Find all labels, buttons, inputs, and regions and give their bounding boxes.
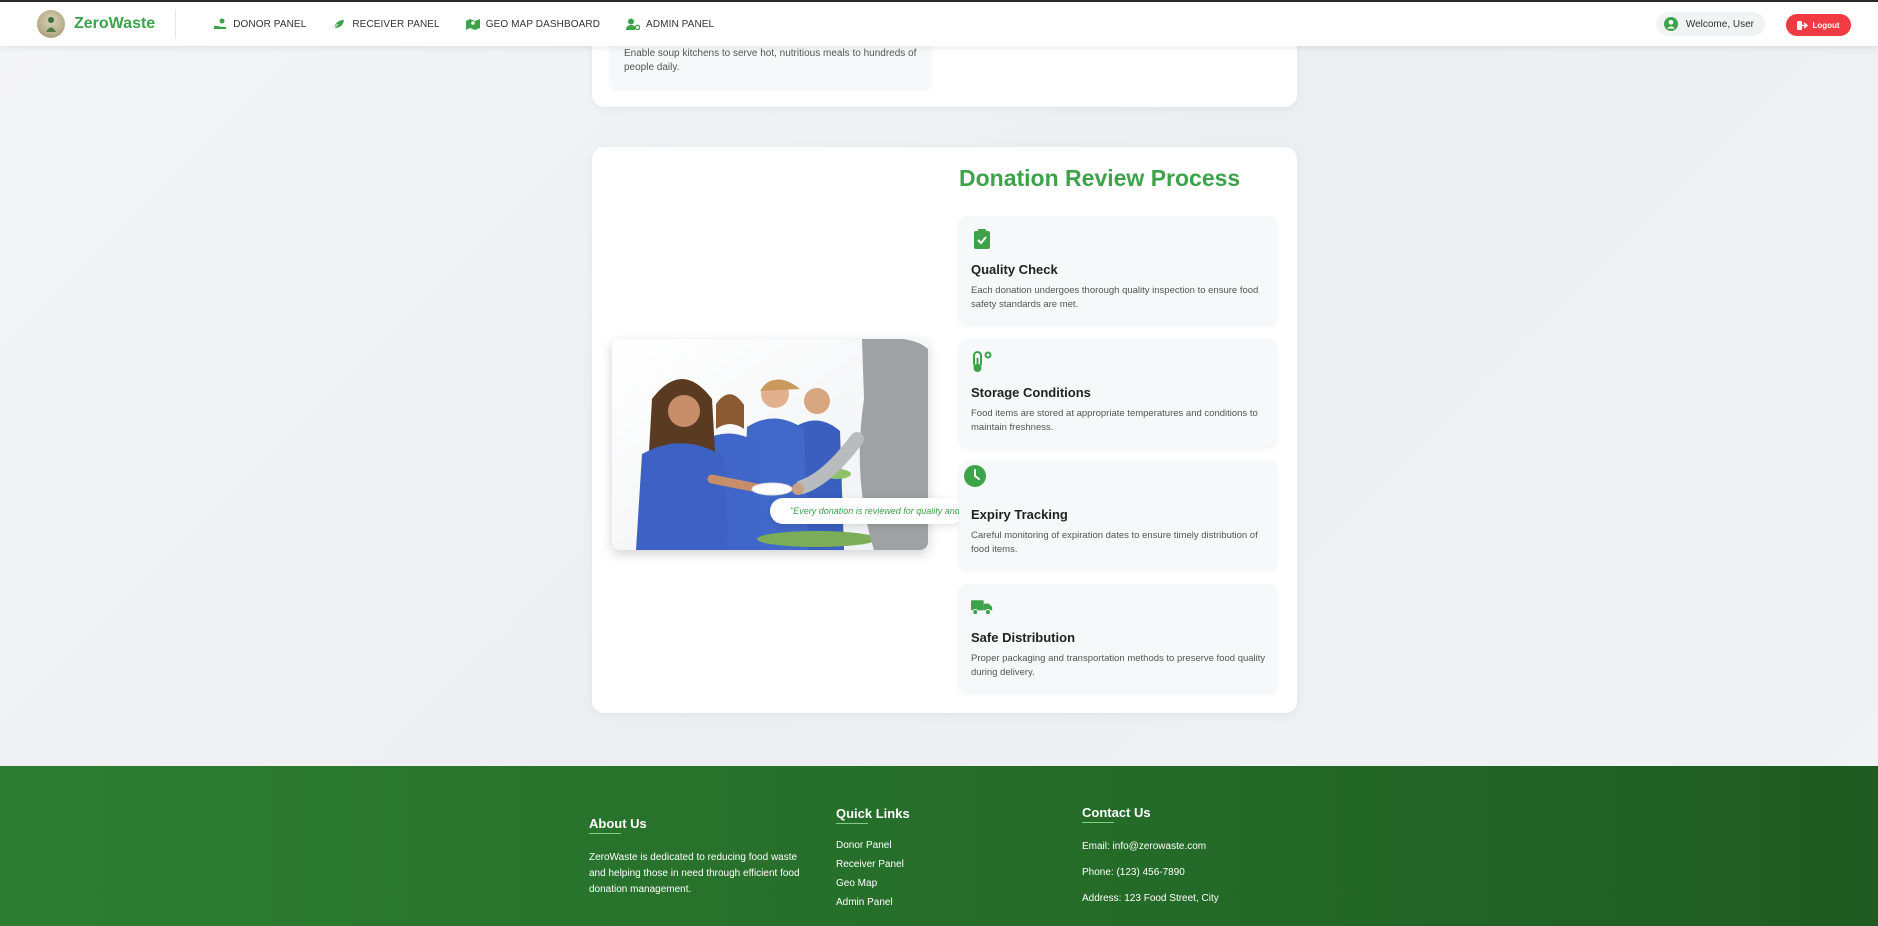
footer-contact-phone: Phone: (123) 456-7890 bbox=[1082, 867, 1185, 878]
sign-out-icon bbox=[1797, 20, 1809, 30]
step-card-quality-check: Quality Check Each donation undergoes th… bbox=[959, 216, 1277, 324]
nav-donor-panel-label: DONOR PANEL bbox=[233, 18, 307, 30]
section-title: Donation Review Process bbox=[959, 165, 1241, 191]
hand-holding-leaf-icon bbox=[333, 20, 345, 30]
step-description: Careful monitoring of expiration dates t… bbox=[971, 530, 1258, 555]
footer-contact-heading: Contact Us bbox=[1082, 805, 1151, 820]
nav-donor-panel[interactable]: DONOR PANEL bbox=[214, 18, 306, 30]
clipboard-check-icon bbox=[971, 228, 993, 250]
map-marked-icon bbox=[465, 19, 480, 30]
temperature-icon bbox=[971, 351, 993, 373]
user-welcome-badge: Welcome, User bbox=[1655, 12, 1765, 36]
step-title: Expiry Tracking bbox=[971, 507, 1068, 522]
footer-link-geo-map[interactable]: Geo Map bbox=[836, 876, 877, 892]
step-title: Quality Check bbox=[971, 262, 1058, 277]
nav-receiver-panel[interactable]: RECEIVER PANEL bbox=[332, 18, 440, 30]
nav-receiver-panel-label: RECEIVER PANEL bbox=[352, 18, 440, 30]
step-card-safe-distribution: Safe Distribution Proper packaging and t… bbox=[959, 584, 1277, 692]
step-title: Safe Distribution bbox=[971, 630, 1076, 645]
step-card-expiry-tracking: Expiry Tracking Careful monitoring of ex… bbox=[959, 461, 1277, 569]
truck-icon bbox=[971, 596, 993, 618]
clock-icon bbox=[964, 465, 986, 487]
footer-contact-address: Address: 123 Food Street, City bbox=[1082, 893, 1219, 904]
nav-admin-panel-label: ADMIN PANEL bbox=[646, 18, 715, 30]
footer-about-underline bbox=[589, 833, 621, 834]
brand[interactable]: ZeroWaste bbox=[37, 10, 177, 38]
footer-link-receiver-panel[interactable]: Receiver Panel bbox=[836, 857, 904, 873]
review-quote: "Every donation is reviewed for quality … bbox=[770, 498, 964, 524]
step-card-storage-conditions: Storage Conditions Food items are stored… bbox=[959, 339, 1277, 447]
welcome-text: Welcome, User bbox=[1685, 18, 1754, 30]
logout-label: Logout bbox=[1812, 20, 1840, 30]
footer-about-text: ZeroWaste is dedicated to reducing food … bbox=[589, 852, 800, 895]
navbar: ZeroWaste DONOR PANEL RECEIVER PANEL GEO… bbox=[0, 2, 1878, 46]
footer-contact-email: Email: info@zerowaste.com bbox=[1082, 841, 1207, 852]
footer-quick-links-underline bbox=[836, 823, 868, 824]
footer-quick-links-heading: Quick Links bbox=[836, 806, 910, 821]
step-title: Storage Conditions bbox=[971, 385, 1091, 400]
nav-geo-map-dashboard-label: GEO MAP DASHBOARD bbox=[485, 18, 601, 30]
nav-links: DONOR PANEL RECEIVER PANEL GEO MAP DASHB… bbox=[188, 18, 714, 30]
footer-about-heading: About Us bbox=[589, 816, 647, 831]
impact-item-description: Enable soup kitchens to serve hot, nutri… bbox=[624, 48, 917, 73]
user-circle-icon bbox=[1663, 17, 1678, 31]
footer-link-donor-panel[interactable]: Donor Panel bbox=[836, 838, 892, 854]
logout-button[interactable]: Logout bbox=[1786, 14, 1851, 36]
footer-link-admin-panel[interactable]: Admin Panel bbox=[836, 895, 893, 911]
brand-name: ZeroWaste bbox=[74, 15, 156, 32]
brand-logo-icon bbox=[37, 10, 65, 38]
footer: About Us ZeroWaste is dedicated to reduc… bbox=[0, 766, 1878, 926]
step-description: Proper packaging and transportation meth… bbox=[971, 653, 1266, 678]
hand-holding-heart-icon bbox=[214, 18, 227, 29]
footer-contact-underline bbox=[1082, 822, 1114, 823]
step-description: Each donation undergoes thorough quality… bbox=[971, 285, 1259, 310]
nav-geo-map-dashboard[interactable]: GEO MAP DASHBOARD bbox=[465, 18, 601, 30]
donation-review-section: "Every donation is reviewed for quality … bbox=[592, 147, 1297, 713]
nav-admin-panel[interactable]: ADMIN PANEL bbox=[626, 18, 714, 30]
step-description: Food items are stored at appropriate tem… bbox=[971, 408, 1258, 433]
user-cog-icon bbox=[626, 18, 641, 30]
